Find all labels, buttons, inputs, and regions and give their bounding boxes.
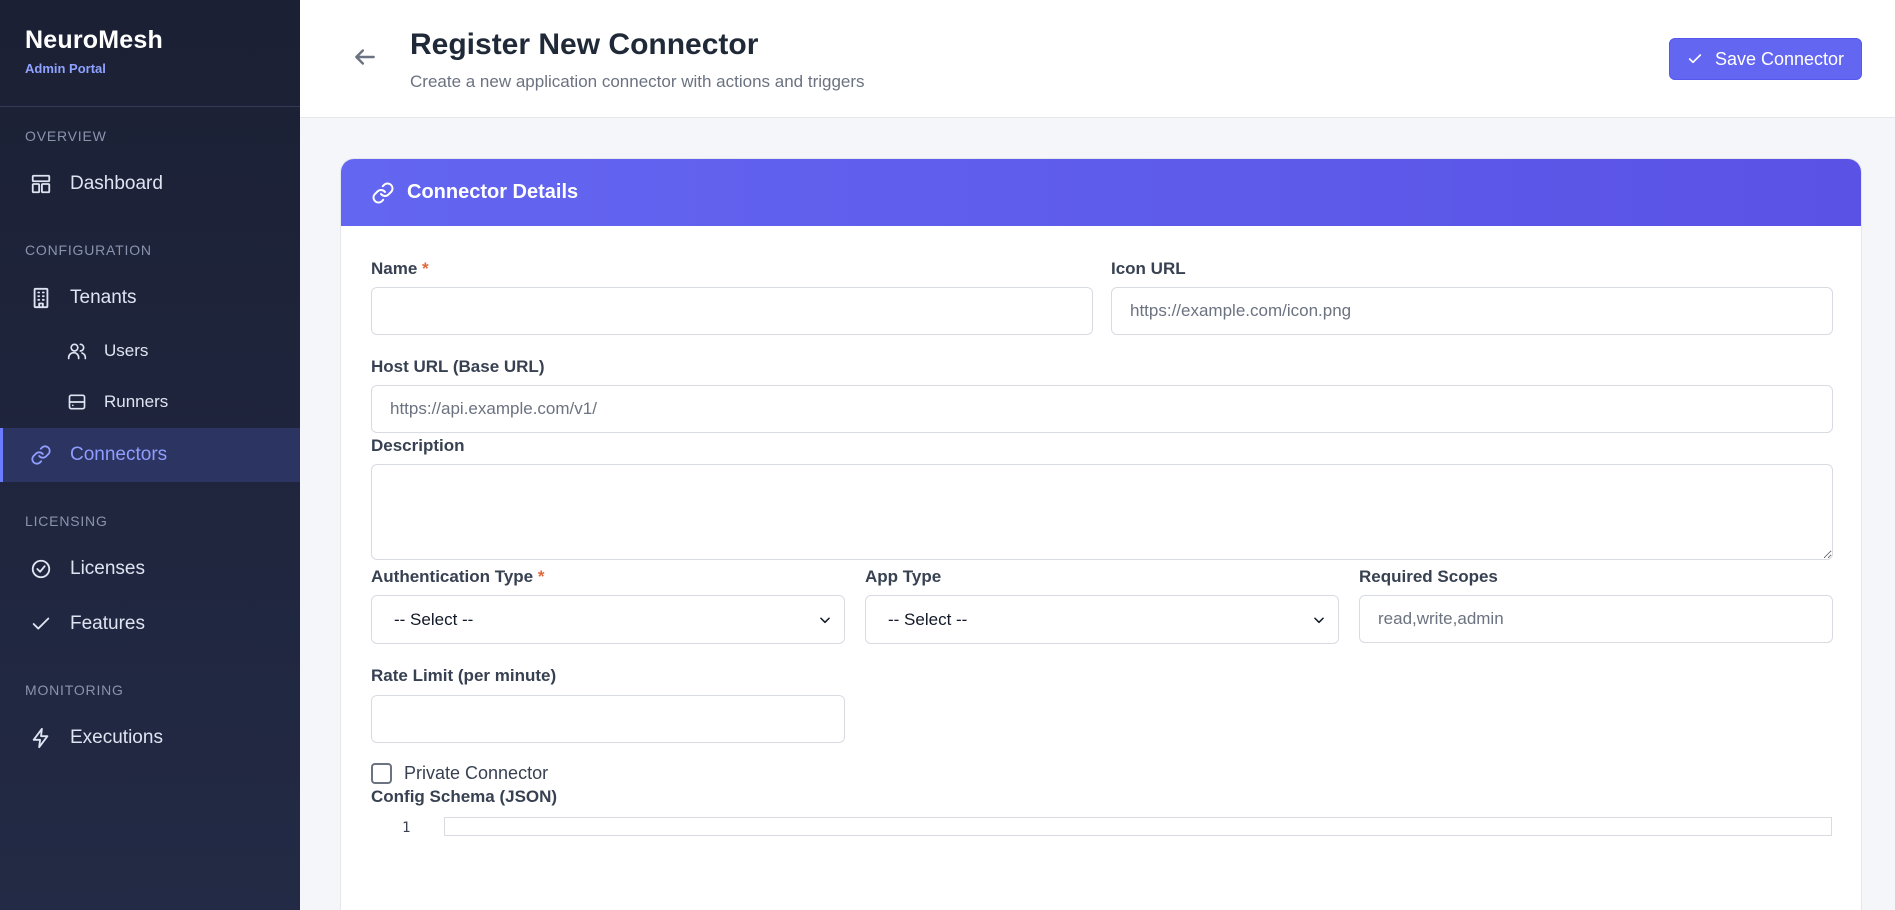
app-type-select[interactable]: -- Select -- [865, 595, 1339, 644]
brand-subtitle: Admin Portal [25, 61, 106, 76]
chevron-down-icon [818, 612, 832, 632]
link-icon [372, 182, 394, 203]
app-type-selected: -- Select -- [888, 609, 968, 629]
description-textarea[interactable] [371, 464, 1833, 560]
lightning-icon [28, 725, 54, 751]
name-label-text: Name [371, 259, 418, 278]
section-configuration: CONFIGURATION [25, 242, 152, 258]
chevron-down-icon [1312, 612, 1326, 632]
card-title: Connector Details [407, 181, 579, 203]
scopes-input[interactable] [1359, 595, 1833, 643]
description-label: Description [371, 436, 465, 455]
sidebar-item-dashboard[interactable]: Dashboard [0, 157, 300, 211]
private-connector-row[interactable]: Private Connector [371, 763, 548, 784]
private-connector-label: Private Connector [404, 763, 549, 783]
check-icon [1688, 54, 1702, 64]
sidebar: NeuroMesh Admin Portal OVERVIEW Dashboar… [0, 0, 300, 910]
config-schema-editor[interactable] [444, 817, 1832, 836]
section-monitoring: MONITORING [25, 682, 124, 698]
required-mark: * [537, 567, 545, 586]
host-url-input[interactable] [371, 385, 1833, 433]
sidebar-item-label: Connectors [70, 444, 168, 465]
connector-details-card: Connector Details Name * Icon URL Host U… [340, 158, 1862, 910]
scopes-label: Required Scopes [1359, 567, 1498, 586]
page-header: Register New Connector Create a new appl… [300, 0, 1895, 118]
icon-url-label: Icon URL [1111, 259, 1186, 278]
brand: NeuroMesh Admin Portal [0, 0, 300, 107]
code-line-number: 1 [402, 820, 411, 836]
link-icon [28, 442, 54, 468]
app-type-label: App Type [865, 567, 942, 586]
private-connector-checkbox[interactable] [371, 763, 392, 784]
sidebar-item-users[interactable]: Users [0, 326, 300, 376]
save-connector-button[interactable]: Save Connector [1669, 38, 1862, 80]
building-icon [28, 285, 54, 311]
sidebar-item-label: Tenants [70, 287, 137, 308]
page-title: Register New Connector [410, 28, 759, 61]
auth-type-label: Authentication Type * [371, 567, 545, 587]
auth-type-select[interactable]: -- Select -- [371, 595, 845, 644]
sidebar-item-features[interactable]: Features [0, 597, 300, 651]
brand-name: NeuroMesh [25, 26, 163, 54]
required-mark: * [422, 259, 429, 278]
section-licensing: LICENSING [25, 513, 108, 529]
sidebar-item-executions[interactable]: Executions [0, 711, 300, 765]
sidebar-item-label: Licenses [70, 558, 145, 579]
dashboard-icon [28, 171, 54, 197]
rate-limit-input[interactable] [371, 695, 845, 743]
auth-type-label-text: Authentication Type [371, 567, 534, 586]
name-input[interactable] [371, 287, 1093, 335]
sidebar-item-label: Features [70, 613, 145, 634]
name-label: Name * [371, 259, 429, 279]
sidebar-item-label: Users [104, 341, 149, 360]
sidebar-item-label: Executions [70, 727, 163, 748]
sidebar-item-tenants[interactable]: Tenants [0, 271, 300, 325]
auth-type-selected: -- Select -- [394, 609, 474, 629]
users-icon [66, 340, 88, 362]
sidebar-item-runners[interactable]: Runners [0, 377, 300, 427]
sidebar-item-label: Runners [104, 392, 169, 411]
rate-limit-label: Rate Limit (per minute) [371, 666, 557, 685]
back-button[interactable] [350, 42, 380, 72]
config-schema-label: Config Schema (JSON) [371, 787, 558, 806]
sidebar-item-licenses[interactable]: Licenses [0, 542, 300, 596]
card-header: Connector Details [341, 159, 1861, 226]
arrow-left-icon [355, 49, 375, 65]
save-button-label: Save Connector [1714, 48, 1845, 69]
page-subtitle: Create a new application connector with … [410, 72, 865, 91]
host-url-label: Host URL (Base URL) [371, 357, 545, 376]
section-overview: OVERVIEW [25, 128, 107, 144]
sidebar-item-label: Dashboard [70, 173, 163, 194]
check-icon [28, 611, 54, 637]
server-icon [66, 391, 88, 413]
check-circle-icon [28, 556, 54, 582]
icon-url-input[interactable] [1111, 287, 1833, 335]
sidebar-item-connectors[interactable]: Connectors [0, 428, 300, 482]
